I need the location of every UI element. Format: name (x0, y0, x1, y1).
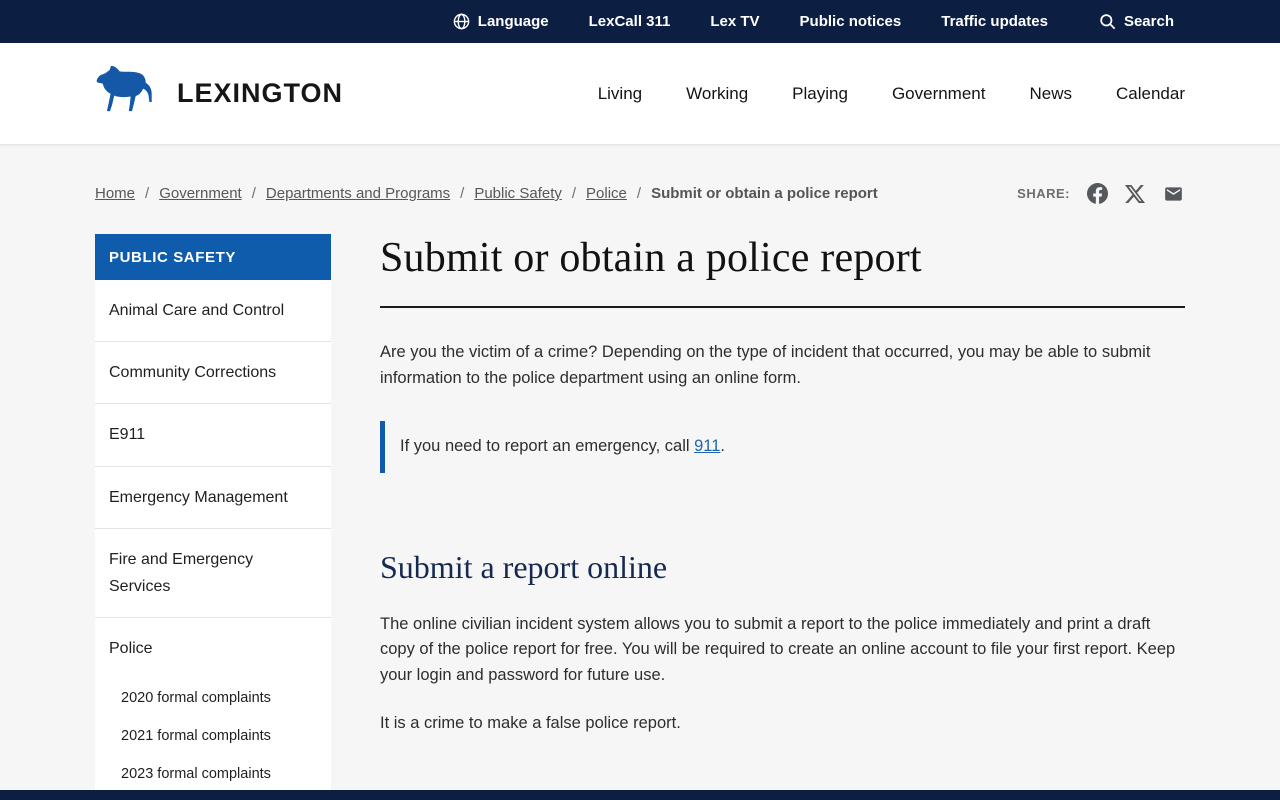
breadcrumb-separator: / (460, 185, 465, 202)
sidebar-item-fire-emergency-services[interactable]: Fire and Emergency Services (95, 529, 331, 619)
breadcrumb-separator: / (251, 185, 256, 202)
false-report-paragraph: It is a crime to make a false police rep… (380, 714, 681, 733)
nav-playing[interactable]: Playing (792, 84, 848, 104)
sidebar-item-community-corrections[interactable]: Community Corrections (95, 342, 331, 405)
content-area: PUBLIC SAFETY Animal Care and Control Co… (95, 234, 1185, 800)
language-label: Language (477, 13, 549, 30)
sidebar-subitem-2023-formal-complaints[interactable]: 2023 formal complaints (95, 755, 331, 793)
intro-paragraph: Are you the victim of a crime? Depending… (380, 343, 1151, 387)
breadcrumb-separator: / (571, 185, 577, 202)
utility-bar: Language LexCall 311 Lex TV Public notic… (0, 0, 1280, 43)
traffic-updates-link[interactable]: Traffic updates (941, 13, 1048, 30)
search-button[interactable]: Search (1098, 12, 1174, 31)
lexcall-311-link[interactable]: LexCall 311 (589, 13, 671, 30)
share-label: SHARE: (1017, 186, 1070, 201)
primary-nav: Living Working Playing Government News C… (598, 84, 1185, 104)
sidebar-item-animal-care[interactable]: Animal Care and Control (95, 280, 331, 343)
breadcrumb-home[interactable]: Home (95, 185, 135, 202)
x-twitter-icon[interactable] (1125, 184, 1145, 204)
breadcrumb: Home / Government / Departments and Prog… (95, 185, 878, 202)
sidebar-title-public-safety[interactable]: PUBLIC SAFETY (95, 234, 331, 280)
breadcrumb-current-page: Submit or obtain a police report (651, 185, 878, 202)
site-logo[interactable]: LEXINGTON (95, 63, 343, 124)
public-notices-link[interactable]: Public notices (800, 13, 902, 30)
callout-text: If you need to report an emergency, call (400, 437, 695, 456)
site-header: LEXINGTON Living Working Playing Governm… (0, 43, 1280, 145)
emergency-callout: If you need to report an emergency, call… (380, 421, 1185, 473)
breadcrumb-government[interactable]: Government (159, 185, 242, 202)
breadcrumb-police[interactable]: Police (586, 185, 627, 202)
nav-working[interactable]: Working (686, 84, 748, 104)
sidebar-item-police[interactable]: Police (95, 618, 331, 679)
footer-top-edge (0, 790, 1280, 800)
breadcrumb-separator: / (145, 185, 150, 202)
lex-tv-link[interactable]: Lex TV (710, 13, 759, 30)
online-system-paragraph: The online civilian incident system allo… (380, 614, 1176, 684)
911-link[interactable]: 911 (694, 437, 720, 455)
sidebar-item-emergency-management[interactable]: Emergency Management (95, 467, 331, 529)
logo-wordmark: LEXINGTON (177, 78, 344, 108)
horse-logo-icon (95, 63, 159, 124)
article: Submit or obtain a police report Are you… (380, 234, 1185, 800)
callout-text-end: . (720, 437, 726, 456)
email-icon[interactable] (1162, 184, 1185, 204)
breadcrumb-separator: / (636, 185, 642, 202)
nav-calendar[interactable]: Calendar (1116, 84, 1185, 104)
page-title: Submit or obtain a police report (380, 235, 922, 281)
breadcrumb-row: Home / Government / Departments and Prog… (95, 145, 1185, 204)
nav-news[interactable]: News (1029, 84, 1072, 104)
search-label: Search (1123, 13, 1174, 30)
sidebar-subitem-2021-formal-complaints[interactable]: 2021 formal complaints (95, 717, 331, 755)
globe-icon (452, 12, 471, 31)
breadcrumb-departments[interactable]: Departments and Programs (266, 185, 450, 202)
page: Language LexCall 311 Lex TV Public notic… (0, 0, 1280, 800)
breadcrumb-public-safety[interactable]: Public Safety (474, 185, 562, 202)
sidebar-subitem-2020-formal-complaints[interactable]: 2020 formal complaints (95, 679, 331, 717)
share-bar: SHARE: (1017, 183, 1185, 204)
sidebar-menu: Animal Care and Control Community Correc… (95, 280, 331, 800)
facebook-icon[interactable] (1087, 183, 1108, 204)
title-divider (380, 306, 1185, 308)
section-heading-submit-online: Submit a report online (380, 548, 668, 585)
language-menu[interactable]: Language (452, 12, 549, 31)
nav-government[interactable]: Government (892, 84, 986, 104)
section-sidebar: PUBLIC SAFETY Animal Care and Control Co… (95, 234, 331, 800)
search-icon (1098, 12, 1117, 31)
nav-living[interactable]: Living (598, 84, 642, 104)
sidebar-item-e911[interactable]: E911 (95, 404, 331, 467)
